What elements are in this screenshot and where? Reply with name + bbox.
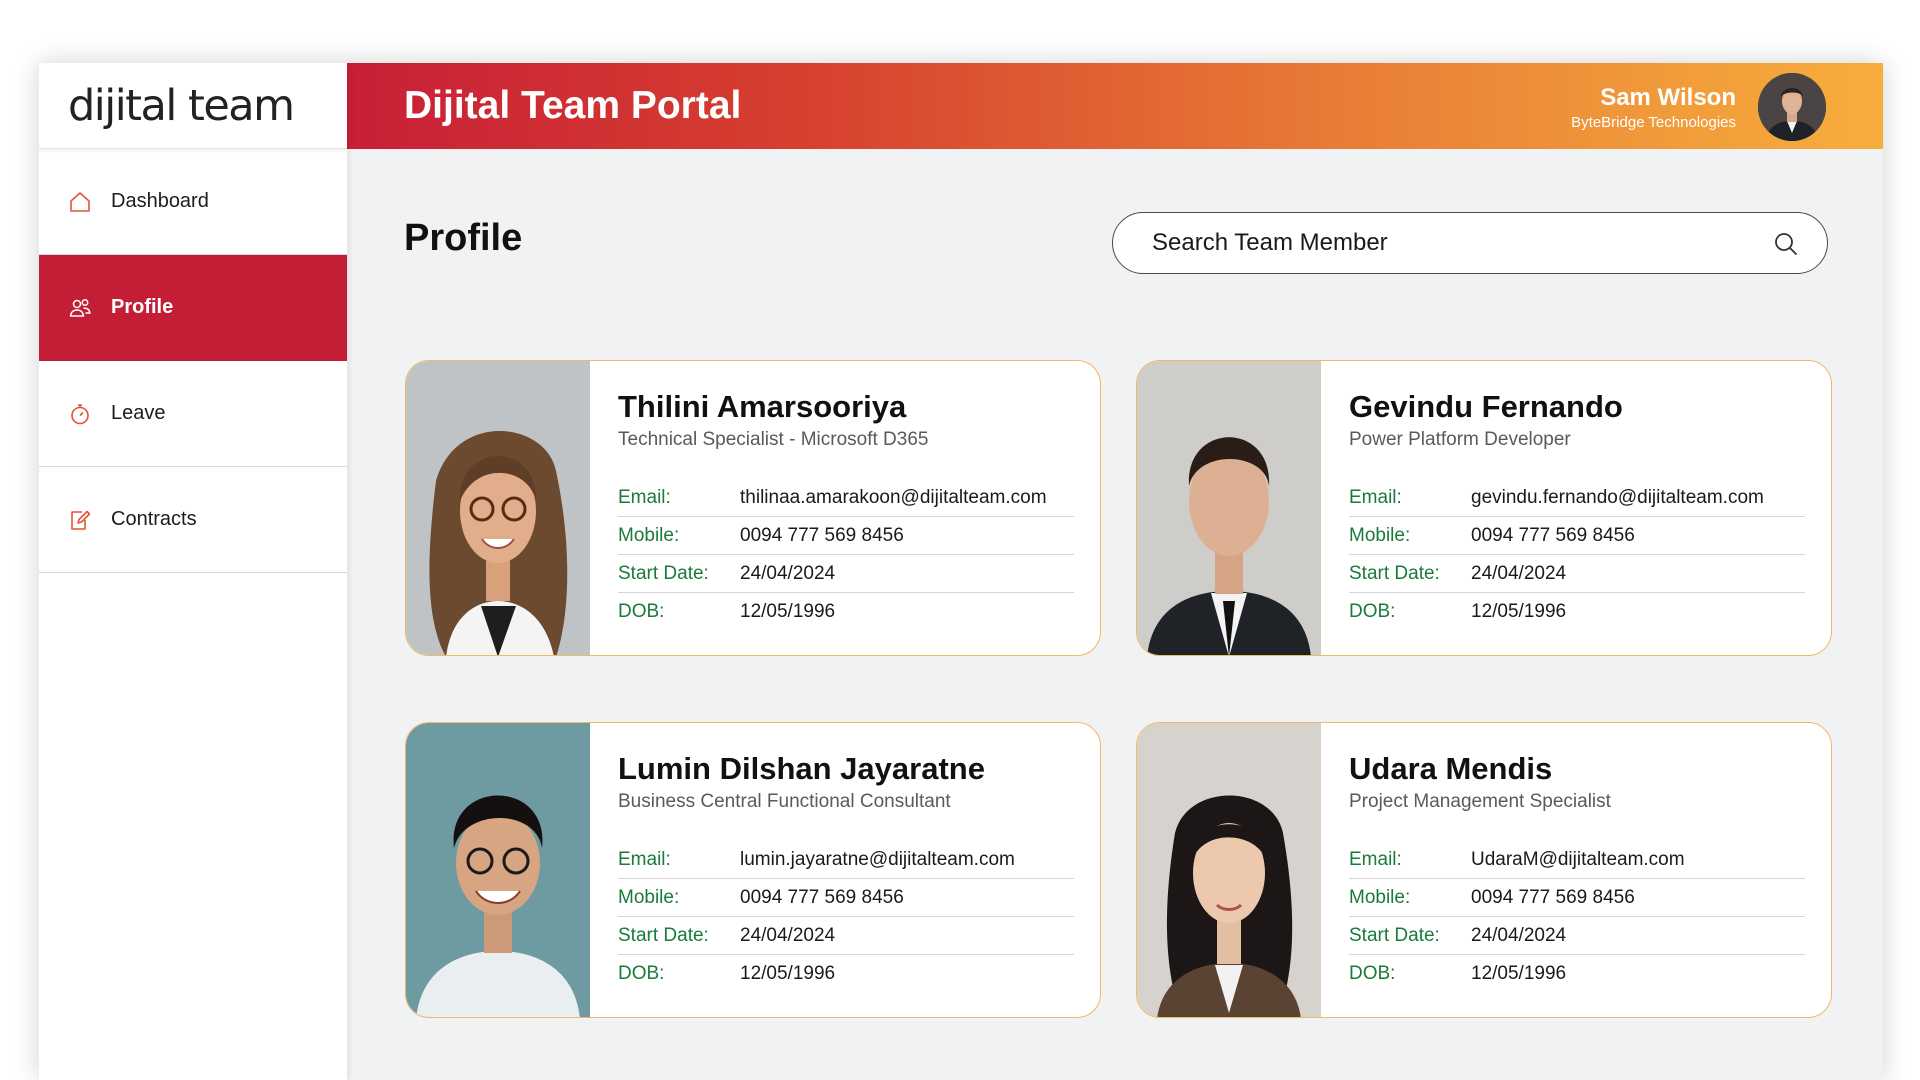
member-info: Lumin Dilshan Jayaratne Business Central… bbox=[618, 751, 1074, 993]
logo[interactable]: dijital team bbox=[39, 63, 347, 149]
users-icon bbox=[68, 296, 92, 320]
email-value[interactable]: UdaraM@dijitalteam.com bbox=[1471, 849, 1685, 871]
member-info: Thilini Amarsooriya Technical Specialist… bbox=[618, 389, 1074, 631]
dob-label: DOB: bbox=[618, 601, 665, 622]
top-header: Dijital Team Portal Sam Wilson ByteBridg… bbox=[347, 63, 1883, 149]
detail-row-start-date: Start Date: 24/04/2024 bbox=[1349, 555, 1805, 593]
logo-text: dijital team bbox=[68, 80, 295, 131]
member-name: Udara Mendis bbox=[1349, 751, 1553, 786]
email-label: Email: bbox=[618, 848, 671, 870]
user-menu[interactable]: Sam Wilson ByteBridge Technologies bbox=[1571, 73, 1826, 141]
detail-row-dob: DOB: 12/05/1996 bbox=[1349, 593, 1805, 631]
email-label: Email: bbox=[1349, 848, 1402, 870]
search-box[interactable] bbox=[1112, 212, 1828, 274]
member-info: Udara Mendis Project Management Speciali… bbox=[1349, 751, 1805, 993]
mobile-value: 0094 777 569 8456 bbox=[1471, 886, 1635, 908]
detail-row-start-date: Start Date: 24/04/2024 bbox=[618, 555, 1074, 593]
email-value[interactable]: lumin.jayaratne@dijitalteam.com bbox=[740, 849, 1015, 871]
user-info: Sam Wilson ByteBridge Technologies bbox=[1571, 84, 1736, 131]
member-photo bbox=[406, 723, 590, 1017]
team-member-card[interactable]: Udara Mendis Project Management Speciali… bbox=[1136, 722, 1832, 1018]
dob-label: DOB: bbox=[618, 963, 665, 984]
member-details: Email: lumin.jayaratne@dijitalteam.com Mo… bbox=[618, 841, 1074, 993]
member-details: Email: UdaraM@dijitalteam.com Mobile: 0094… bbox=[1349, 841, 1805, 993]
mobile-value: 0094 777 569 8456 bbox=[740, 886, 904, 908]
mobile-label: Mobile: bbox=[618, 886, 680, 908]
sidebar-item-label: Leave bbox=[111, 402, 166, 424]
sidebar-item-label: Dashboard bbox=[111, 190, 209, 212]
member-role: Power Platform Developer bbox=[1349, 429, 1571, 450]
mobile-label: Mobile: bbox=[1349, 886, 1411, 908]
detail-row-dob: DOB: 12/05/1996 bbox=[618, 593, 1074, 631]
dob-value: 12/05/1996 bbox=[1471, 601, 1567, 622]
mobile-value: 0094 777 569 8456 bbox=[1471, 524, 1635, 546]
start-date-label: Start Date: bbox=[1349, 924, 1440, 946]
detail-row-mobile: Mobile: 0094 777 569 8456 bbox=[1349, 517, 1805, 555]
team-member-card[interactable]: Gevindu Fernando Power Platform Develope… bbox=[1136, 360, 1832, 656]
team-member-card[interactable]: Lumin Dilshan Jayaratne Business Central… bbox=[405, 722, 1101, 1018]
detail-row-start-date: Start Date: 24/04/2024 bbox=[618, 917, 1074, 955]
dob-value: 12/05/1996 bbox=[740, 963, 836, 984]
detail-row-email: Email: gevindu.fernando@dijitalteam.com bbox=[1349, 479, 1805, 517]
start-date-value: 24/04/2024 bbox=[740, 562, 836, 584]
member-info: Gevindu Fernando Power Platform Develope… bbox=[1349, 389, 1805, 631]
member-role: Technical Specialist - Microsoft D365 bbox=[618, 429, 929, 450]
sidebar-item-profile[interactable]: Profile bbox=[39, 255, 347, 361]
start-date-value: 24/04/2024 bbox=[1471, 562, 1567, 584]
detail-row-mobile: Mobile: 0094 777 569 8456 bbox=[618, 879, 1074, 917]
detail-row-start-date: Start Date: 24/04/2024 bbox=[1349, 917, 1805, 955]
sidebar-item-leave[interactable]: Leave bbox=[39, 361, 347, 467]
detail-row-mobile: Mobile: 0094 777 569 8456 bbox=[618, 517, 1074, 555]
detail-row-email: Email: thilinaa.amarakoon@dijitalteam.com bbox=[618, 479, 1074, 517]
portal-title: Dijital Team Portal bbox=[404, 84, 742, 127]
user-organization: ByteBridge Technologies bbox=[1571, 113, 1736, 131]
start-date-value: 24/04/2024 bbox=[740, 924, 836, 946]
detail-row-mobile: Mobile: 0094 777 569 8456 bbox=[1349, 879, 1805, 917]
mobile-label: Mobile: bbox=[1349, 524, 1411, 546]
detail-row-email: Email: lumin.jayaratne@dijitalteam.com bbox=[618, 841, 1074, 879]
detail-row-dob: DOB: 12/05/1996 bbox=[618, 955, 1074, 993]
detail-row-dob: DOB: 12/05/1996 bbox=[1349, 955, 1805, 993]
page-title: Profile bbox=[404, 217, 523, 259]
sidebar: dijital team Dashboard Profile Leave Con bbox=[39, 63, 347, 1080]
email-value[interactable]: thilinaa.amarakoon@dijitalteam.com bbox=[740, 487, 1047, 509]
dob-label: DOB: bbox=[1349, 963, 1396, 984]
sidebar-item-label: Contracts bbox=[111, 508, 197, 530]
stopwatch-icon bbox=[68, 402, 92, 426]
email-label: Email: bbox=[618, 486, 671, 508]
sidebar-item-contracts[interactable]: Contracts bbox=[39, 467, 347, 573]
mobile-label: Mobile: bbox=[618, 524, 680, 546]
member-photo bbox=[1137, 723, 1321, 1017]
sidebar-item-label: Profile bbox=[111, 296, 174, 318]
member-photo bbox=[406, 361, 590, 655]
email-label: Email: bbox=[1349, 486, 1402, 508]
edit-document-icon bbox=[68, 508, 92, 532]
start-date-label: Start Date: bbox=[1349, 562, 1440, 584]
home-icon bbox=[68, 190, 92, 214]
member-name: Gevindu Fernando bbox=[1349, 389, 1623, 424]
member-name: Thilini Amarsooriya bbox=[618, 389, 907, 424]
sidebar-item-dashboard[interactable]: Dashboard bbox=[39, 149, 347, 255]
start-date-label: Start Date: bbox=[618, 562, 709, 584]
dob-label: DOB: bbox=[1349, 601, 1396, 622]
dob-value: 12/05/1996 bbox=[740, 601, 836, 622]
member-details: Email: gevindu.fernando@dijitalteam.com M… bbox=[1349, 479, 1805, 631]
detail-row-email: Email: UdaraM@dijitalteam.com bbox=[1349, 841, 1805, 879]
member-name: Lumin Dilshan Jayaratne bbox=[618, 751, 985, 786]
avatar[interactable] bbox=[1758, 73, 1826, 141]
search-input[interactable] bbox=[1152, 229, 1712, 257]
start-date-value: 24/04/2024 bbox=[1471, 924, 1567, 946]
user-name: Sam Wilson bbox=[1600, 83, 1736, 111]
mobile-value: 0094 777 569 8456 bbox=[740, 524, 904, 546]
dob-value: 12/05/1996 bbox=[1471, 963, 1567, 984]
app-window: dijital team Dashboard Profile Leave Con bbox=[39, 63, 1883, 1080]
team-member-card[interactable]: Thilini Amarsooriya Technical Specialist… bbox=[405, 360, 1101, 656]
member-role: Project Management Specialist bbox=[1349, 791, 1611, 812]
start-date-label: Start Date: bbox=[618, 924, 709, 946]
email-value[interactable]: gevindu.fernando@dijitalteam.com bbox=[1471, 487, 1764, 509]
search-icon[interactable] bbox=[1773, 231, 1799, 257]
member-role: Business Central Functional Consultant bbox=[618, 791, 951, 812]
member-details: Email: thilinaa.amarakoon@dijitalteam.com… bbox=[618, 479, 1074, 631]
member-photo bbox=[1137, 361, 1321, 655]
